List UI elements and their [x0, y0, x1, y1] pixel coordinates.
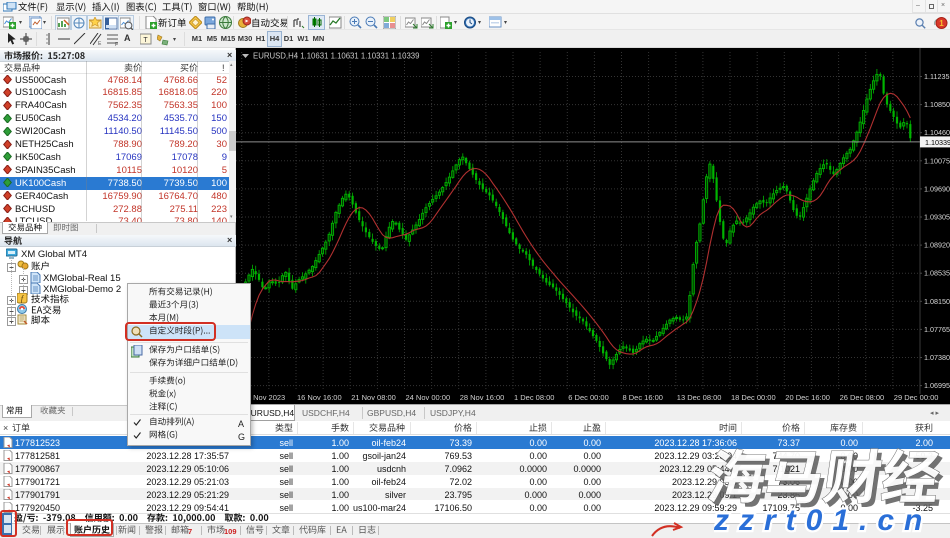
svg-text:24 Nov 00:00: 24 Nov 00:00: [406, 393, 451, 402]
svg-text:1.09690: 1.09690: [924, 184, 950, 193]
svg-text:1.06995: 1.06995: [924, 381, 950, 390]
svg-text:1.08920: 1.08920: [924, 241, 950, 250]
svg-text:28 Nov 16:00: 28 Nov 16:00: [460, 393, 505, 402]
svg-text:1.10075: 1.10075: [924, 156, 950, 165]
svg-text:zzrt01.cn: zzrt01.cn: [714, 504, 932, 537]
svg-text:1 Dec 08:00: 1 Dec 08:00: [514, 393, 554, 402]
svg-text:1.07765: 1.07765: [924, 325, 950, 334]
svg-text:1.08535: 1.08535: [924, 269, 950, 278]
svg-text:8 Dec 16:00: 8 Dec 16:00: [623, 393, 663, 402]
svg-text:1.10339: 1.10339: [925, 138, 950, 147]
svg-text:1.10850: 1.10850: [924, 100, 950, 109]
svg-text:29 Dec 00:00: 29 Dec 00:00: [894, 393, 939, 402]
svg-text:EURUSD,H4 1.10631 1.10631 1.1: EURUSD,H4 1.10631 1.10631 1.10331 1.1033…: [253, 52, 419, 61]
svg-text:E: E: [98, 41, 102, 46]
svg-text:1.09305: 1.09305: [924, 213, 950, 222]
svg-text:6 Dec 00:00: 6 Dec 00:00: [568, 393, 608, 402]
svg-text:21 Nov 08:00: 21 Nov 08:00: [351, 393, 396, 402]
svg-text:13 Dec 08:00: 13 Dec 08:00: [677, 393, 722, 402]
svg-text:18 Dec 00:00: 18 Dec 00:00: [731, 393, 776, 402]
svg-text:F: F: [115, 42, 118, 46]
svg-text:1.07380: 1.07380: [924, 353, 950, 362]
svg-text:1: 1: [939, 19, 944, 28]
svg-text:1.10460: 1.10460: [924, 128, 950, 137]
svg-text:1.08150: 1.08150: [924, 297, 950, 306]
svg-text:16 Nov 16:00: 16 Nov 16:00: [297, 393, 342, 402]
svg-text:20 Dec 16:00: 20 Dec 16:00: [785, 393, 830, 402]
svg-text:1.11235: 1.11235: [924, 72, 949, 81]
svg-text:T: T: [143, 37, 148, 44]
svg-text:26 Dec 08:00: 26 Dec 08:00: [840, 393, 885, 402]
